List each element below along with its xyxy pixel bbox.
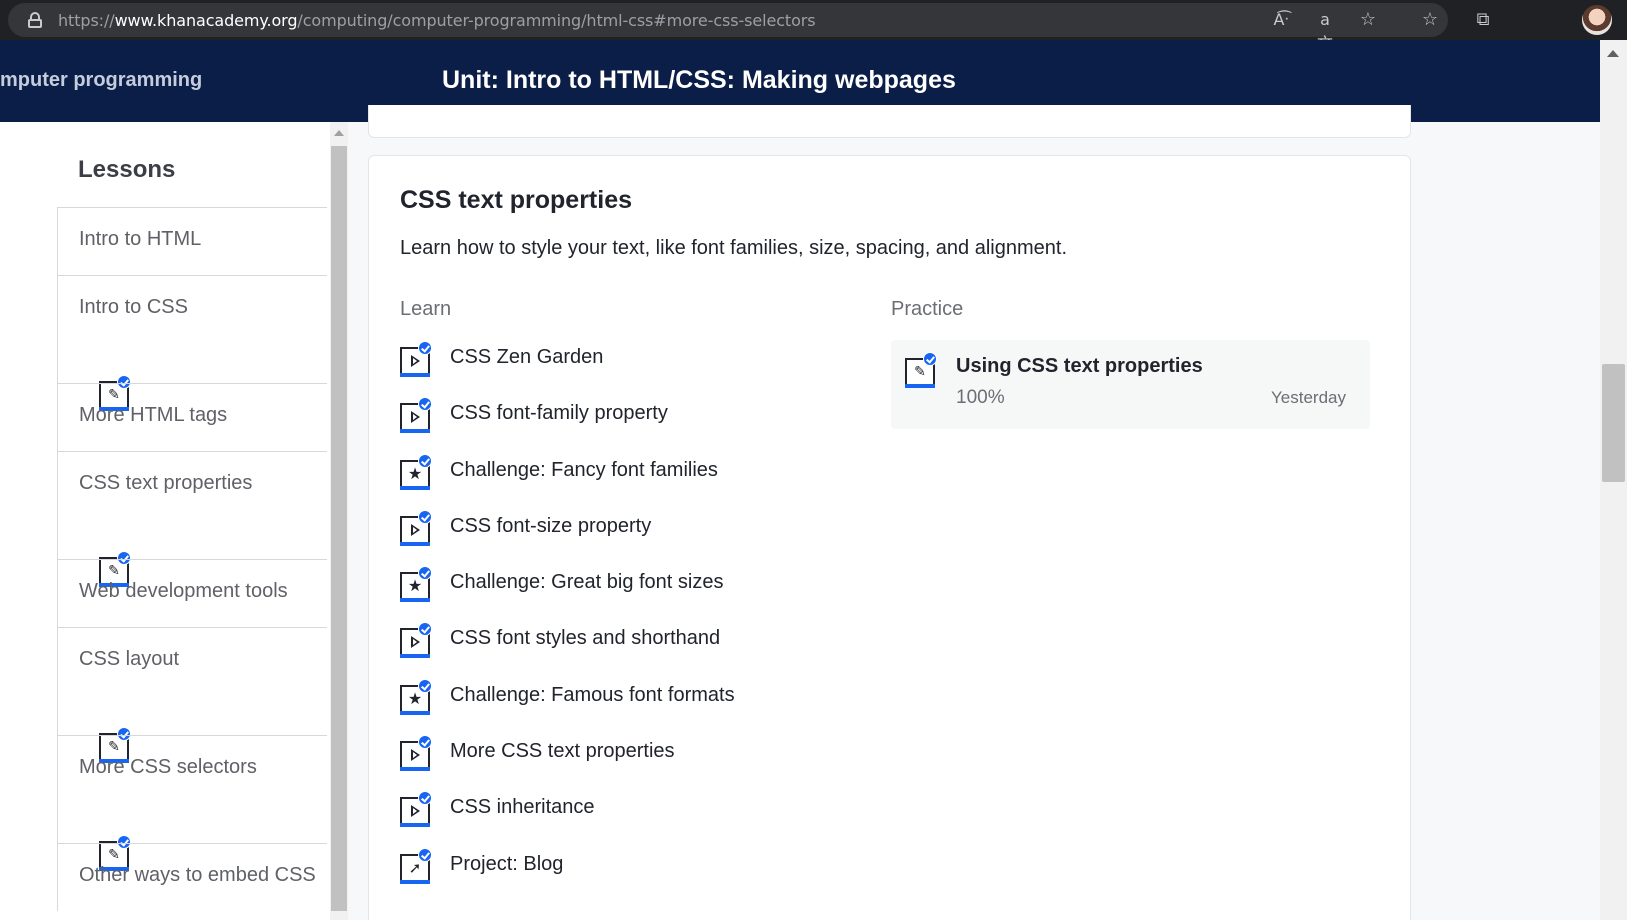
sidebar-item-intro-to-html[interactable]: Intro to HTML	[58, 207, 327, 275]
lessons-heading: Lessons	[78, 156, 176, 183]
scroll-up-arrow-icon[interactable]	[334, 130, 344, 136]
practice-date: Yesterday	[1271, 388, 1346, 407]
learn-item-label: CSS font styles and shorthand	[450, 627, 721, 650]
practice-tile[interactable]: ✎ Using CSS text properties 100% Yesterd…	[891, 340, 1370, 429]
video-icon	[400, 509, 432, 546]
learn-item[interactable]: CSS inheritance	[400, 791, 735, 847]
collections-icon[interactable]: ⧉	[1471, 8, 1495, 32]
sidebar-item-css-text-properties[interactable]: CSS text properties ✎	[58, 451, 327, 587]
page-scrollbar[interactable]	[1600, 40, 1627, 920]
sidebar-scroll-thumb[interactable]	[331, 146, 347, 911]
translate-icon[interactable]: a文	[1313, 8, 1337, 53]
learn-item[interactable]: CSS font styles and shorthand	[400, 622, 735, 678]
favorites-icon[interactable]: ☆	[1418, 8, 1442, 32]
learn-item-label: CSS Zen Garden	[450, 346, 604, 368]
sidebar-item-more-css-selectors[interactable]: More CSS selectors ✎	[58, 735, 327, 871]
sidebar-item-label: CSS layout	[79, 648, 180, 670]
sidebar-item-label: Web development tools	[79, 580, 288, 602]
sidebar-item-label: More HTML tags	[79, 404, 228, 426]
page-scroll-thumb[interactable]	[1602, 364, 1625, 482]
lesson-card: CSS text properties Learn how to style y…	[368, 155, 1411, 920]
unit-title: Unit: Intro to HTML/CSS: Making webpages	[442, 66, 956, 94]
video-icon	[400, 397, 432, 434]
course-title[interactable]: mputer programming	[0, 69, 202, 92]
sidebar-item-other-ways-to-embed-css[interactable]: Other ways to embed CSS	[58, 843, 327, 911]
learn-item-label: Challenge: Great big font sizes	[450, 571, 724, 594]
learn-item-label: CSS inheritance	[450, 796, 595, 819]
learn-list: CSS Zen Garden CSS font-family property …	[400, 341, 735, 904]
sidebar-item-intro-to-css[interactable]: Intro to CSS ✎	[58, 275, 327, 411]
challenge-star-icon: ★	[400, 566, 432, 603]
practice-complete-icon: ✎	[905, 352, 937, 388]
learn-item[interactable]: CSS font-family property	[400, 397, 735, 453]
video-icon	[400, 735, 432, 772]
learn-item-label: Challenge: Famous font formats	[450, 683, 735, 706]
video-icon	[400, 622, 432, 659]
learn-item[interactable]: ★ Challenge: Fancy font families	[400, 453, 735, 510]
address-bar[interactable]: https://www.khanacademy.org/computing/co…	[8, 3, 1448, 37]
challenge-star-icon: ★	[400, 453, 432, 490]
learn-item[interactable]: CSS font-size property	[400, 509, 735, 566]
video-icon	[400, 791, 432, 828]
profile-avatar[interactable]	[1582, 5, 1612, 35]
lesson-list: Intro to HTML Intro to CSS ✎ More HTML t…	[57, 207, 327, 911]
browser-toolbar: https://www.khanacademy.org/computing/co…	[0, 0, 1627, 53]
learn-item-label: CSS font-size property	[450, 514, 652, 537]
learn-heading: Learn	[400, 298, 452, 320]
learn-item-label: Challenge: Fancy font families	[450, 458, 718, 481]
previous-lesson-card	[368, 105, 1411, 138]
lesson-title[interactable]: CSS text properties	[400, 186, 632, 215]
sidebar-item-more-html-tags[interactable]: More HTML tags	[58, 383, 327, 451]
practice-heading: Practice	[891, 298, 964, 320]
lock-icon[interactable]	[28, 12, 42, 28]
learn-item-label: Project: Blog	[450, 852, 564, 875]
learn-item[interactable]: ➚ Project: Blog	[400, 847, 735, 904]
learn-item-label: More CSS text properties	[450, 740, 675, 763]
project-rocket-icon: ➚	[400, 847, 432, 884]
read-aloud-icon[interactable]: A͡ᐧ	[1269, 8, 1293, 32]
sidebar-item-web-development-tools[interactable]: Web development tools	[58, 559, 327, 627]
add-favorite-icon[interactable]: ☆	[1356, 8, 1380, 32]
practice-title: Using CSS text properties	[956, 355, 1203, 377]
learn-item[interactable]: More CSS text properties	[400, 735, 735, 791]
video-icon	[400, 341, 432, 377]
lessons-sidebar: Lessons Intro to HTML Intro to CSS ✎ Mor…	[0, 122, 330, 920]
lesson-description: Learn how to style your text, like font …	[400, 237, 1068, 259]
challenge-star-icon: ★	[400, 678, 432, 715]
sidebar-scrollbar[interactable]	[330, 122, 348, 920]
sidebar-item-label: CSS text properties	[79, 472, 253, 494]
sidebar-item-label: Other ways to embed CSS	[79, 864, 316, 886]
sidebar-item-css-layout[interactable]: CSS layout ✎	[58, 627, 327, 763]
sidebar-item-label: Intro to CSS	[79, 296, 188, 318]
scroll-up-arrow-icon[interactable]	[1607, 50, 1619, 57]
practice-progress: 100%	[956, 387, 1005, 408]
sidebar-item-label: More CSS selectors	[79, 756, 257, 778]
learn-item[interactable]: ★ Challenge: Great big font sizes	[400, 566, 735, 622]
learn-item-label: CSS font-family property	[450, 402, 668, 425]
learn-item[interactable]: CSS Zen Garden	[400, 341, 735, 397]
url-text[interactable]: https://www.khanacademy.org/computing/co…	[58, 11, 816, 30]
learn-item[interactable]: ★ Challenge: Famous font formats	[400, 678, 735, 735]
sidebar-item-label: Intro to HTML	[79, 228, 202, 250]
